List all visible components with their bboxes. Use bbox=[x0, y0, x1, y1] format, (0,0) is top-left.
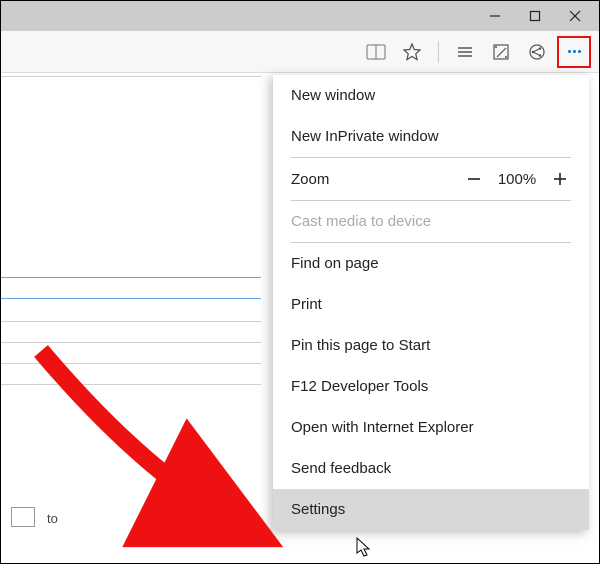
toolbar-separator bbox=[438, 41, 439, 63]
menu-open-ie[interactable]: Open with Internet Explorer bbox=[273, 407, 589, 448]
hub-button[interactable] bbox=[449, 36, 481, 68]
to-label: to bbox=[47, 511, 58, 526]
reading-view-icon bbox=[366, 44, 386, 60]
hub-icon bbox=[456, 45, 474, 59]
webnote-button[interactable] bbox=[485, 36, 517, 68]
menu-settings[interactable]: Settings bbox=[273, 489, 589, 530]
star-icon bbox=[403, 43, 421, 61]
more-button[interactable] bbox=[557, 36, 591, 68]
minimize-icon bbox=[489, 10, 501, 22]
menu-find[interactable]: Find on page bbox=[273, 243, 589, 284]
menu-feedback[interactable]: Send feedback bbox=[273, 448, 589, 489]
close-button[interactable] bbox=[555, 3, 595, 29]
webnote-icon bbox=[492, 43, 510, 61]
menu-new-window[interactable]: New window bbox=[273, 75, 589, 116]
maximize-button[interactable] bbox=[515, 3, 555, 29]
reading-view-button[interactable] bbox=[360, 36, 392, 68]
zoom-label: Zoom bbox=[291, 171, 453, 188]
close-icon bbox=[569, 10, 581, 22]
page-content bbox=[1, 74, 261, 563]
maximize-icon bbox=[529, 10, 541, 22]
share-button[interactable] bbox=[521, 36, 553, 68]
date-field[interactable] bbox=[11, 507, 35, 527]
menu-zoom: Zoom 100% bbox=[273, 158, 589, 200]
minus-icon bbox=[466, 171, 482, 187]
zoom-value: 100% bbox=[497, 171, 537, 188]
menu-new-inprivate[interactable]: New InPrivate window bbox=[273, 116, 589, 157]
menu-print[interactable]: Print bbox=[273, 284, 589, 325]
cursor-icon bbox=[356, 537, 374, 559]
minimize-button[interactable] bbox=[475, 3, 515, 29]
more-icon bbox=[568, 50, 581, 53]
menu-devtools[interactable]: F12 Developer Tools bbox=[273, 366, 589, 407]
window-titlebar bbox=[1, 1, 599, 31]
favorites-button[interactable] bbox=[396, 36, 428, 68]
zoom-in-button[interactable] bbox=[549, 168, 571, 190]
menu-pin[interactable]: Pin this page to Start bbox=[273, 325, 589, 366]
browser-toolbar bbox=[1, 31, 599, 73]
menu-cast: Cast media to device bbox=[273, 201, 589, 242]
share-icon bbox=[528, 43, 546, 61]
zoom-out-button[interactable] bbox=[463, 168, 485, 190]
plus-icon bbox=[552, 171, 568, 187]
more-menu: New window New InPrivate window Zoom 100… bbox=[273, 74, 589, 530]
